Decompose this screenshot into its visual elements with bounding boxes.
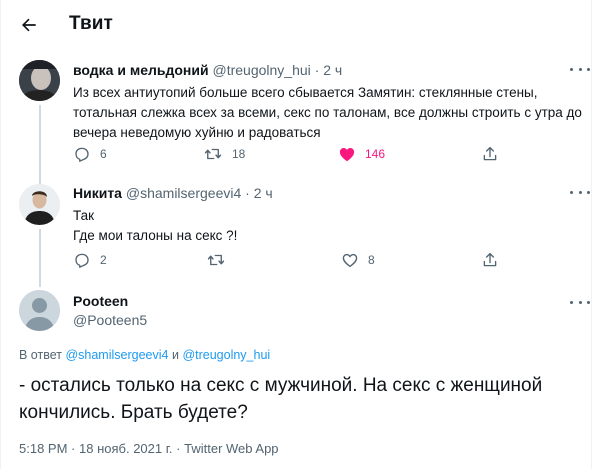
more-icon (570, 300, 573, 304)
separator: · (71, 441, 76, 456)
more-icon (570, 190, 573, 194)
default-profile-icon (19, 290, 60, 331)
tweet-timestamp-link[interactable]: 5:18 PM · 18 нояб. 2021 г. (19, 441, 173, 456)
thread-tweet[interactable]: водка и мельдоний @treugolny_hui · 2 ч И… (1, 50, 593, 185)
heart-outline-icon (342, 253, 358, 268)
tweet-author-line: Никита @shamilsergeevi4 · 2 ч (73, 185, 273, 201)
tweet-text-line: тотальная слежка всех за всеми, секс по … (73, 105, 582, 120)
reply-mention-link[interactable]: @treugolny_hui (182, 348, 270, 362)
author-name[interactable]: Pooteen (73, 293, 128, 309)
author-handle[interactable]: @shamilsergeevi4 (126, 185, 241, 201)
share-button[interactable] (481, 250, 499, 270)
tweet-text-line: Из всех антиутопий больше всего сбываетс… (73, 85, 538, 100)
separator: · (176, 441, 181, 456)
author-handle[interactable]: @treugolny_hui (213, 62, 311, 78)
more-icon (570, 67, 573, 71)
tweet-text: Так Где мои талоны на секс ?! (73, 206, 237, 246)
thread-connector (39, 105, 41, 185)
tweet-actions: 6 18 146 (73, 144, 513, 164)
tweet-actions: 2 8 (73, 250, 513, 270)
user-photo-icon (19, 60, 60, 101)
tweet-text-line: вечера неведомую хуйню и радоваться (73, 125, 321, 140)
retweet-button[interactable] (206, 250, 235, 270)
like-button[interactable]: 146 (338, 144, 385, 164)
tweet-time[interactable]: 2 ч (323, 62, 342, 78)
retweet-button[interactable]: 18 (203, 144, 245, 164)
retweet-icon (207, 254, 225, 266)
reply-conjunction: и (171, 348, 179, 362)
retweet-count: 18 (232, 147, 246, 161)
tweet-author-line: водка и мельдоний @treugolny_hui · 2 ч (73, 62, 342, 78)
thread-tweet[interactable]: Никита @shamilsergeevi4 · 2 ч Так Где мо… (1, 177, 593, 287)
share-icon (483, 146, 497, 161)
page-header: Твит (1, 0, 593, 50)
tweet-date: 18 нояб. 2021 г. (79, 441, 173, 456)
reply-count: 6 (100, 147, 107, 161)
reply-button[interactable]: 6 (73, 144, 107, 164)
separator: · (245, 185, 250, 201)
reply-icon (75, 147, 89, 162)
more-options-button[interactable] (570, 186, 590, 198)
arrow-left-icon (21, 18, 36, 32)
avatar[interactable] (19, 184, 60, 225)
reply-button[interactable]: 2 (73, 250, 107, 270)
tweet-text-line: Так (73, 208, 95, 223)
tweet-page: Твит водка и мельдоний @treugolny_hui · … (0, 0, 592, 469)
heart-filled-icon (339, 148, 355, 162)
main-tweet-text: - остались только на секс с мужчиной. На… (19, 375, 543, 423)
reply-mention-link[interactable]: @shamilsergeevi4 (65, 348, 168, 362)
tweet-time[interactable]: 2 ч (254, 185, 273, 201)
author-name[interactable]: водка и мельдоний (73, 62, 209, 78)
share-icon (483, 252, 497, 267)
reply-context: В ответ @shamilsergeevi4 и @treugolny_hu… (19, 348, 270, 362)
like-count: 146 (365, 147, 386, 161)
tweet-time: 5:18 PM (19, 441, 68, 456)
user-photo-icon (19, 184, 60, 225)
back-button[interactable] (15, 11, 43, 39)
reply-icon (75, 253, 89, 268)
tweet-text: Из всех антиутопий больше всего сбываетс… (73, 83, 582, 143)
reply-prefix: В ответ (19, 348, 62, 362)
share-button[interactable] (481, 144, 499, 164)
retweet-icon (204, 148, 222, 160)
avatar[interactable] (19, 290, 60, 331)
tweet-source-link[interactable]: Twitter Web App (184, 441, 278, 456)
reply-count: 2 (100, 253, 107, 267)
author-handle[interactable]: @Pooteen5 (73, 312, 147, 328)
like-button[interactable]: 8 (341, 250, 375, 270)
avatar[interactable] (19, 60, 60, 101)
tweet-metadata: 5:18 PM · 18 нояб. 2021 г. · Twitter Web… (19, 441, 279, 456)
separator: · (314, 62, 320, 78)
page-title: Твит (69, 13, 113, 34)
thread-connector (39, 229, 41, 287)
author-name[interactable]: Никита (73, 185, 122, 201)
like-count: 8 (368, 253, 375, 267)
more-options-button[interactable] (570, 63, 590, 75)
tweet-text-line: Где мои талоны на секс ?! (73, 228, 238, 243)
more-options-button[interactable] (570, 296, 590, 308)
